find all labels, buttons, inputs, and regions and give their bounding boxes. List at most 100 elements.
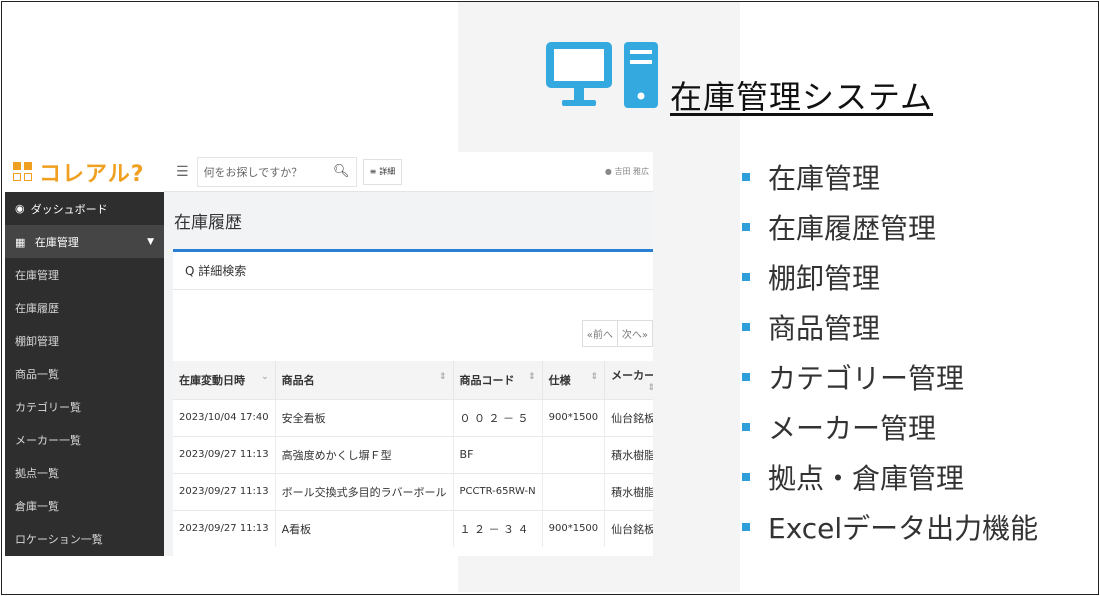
cell-spec	[542, 435, 606, 473]
bullet-icon	[742, 173, 750, 181]
bullet-icon	[742, 373, 750, 381]
logo-grid-icon	[13, 162, 33, 182]
sidebar-item-label: ロケーション一覧	[15, 532, 103, 546]
sidebar-item-label: 在庫履歴	[15, 301, 59, 315]
cell-maker: 積水樹脂	[604, 435, 653, 473]
feature-item: 商品管理	[742, 302, 1038, 352]
page-title: 在庫履歴	[174, 213, 242, 233]
cell-spec: 900*1500	[542, 398, 606, 436]
cell-code: BF	[453, 435, 543, 473]
cell-code: １ ２ － ３ ４	[453, 509, 543, 547]
sidebar: ◉ ダッシュボード ▦ 在庫管理 ▼ 在庫管理 在庫履歴 棚卸管理 商品一覧 カ…	[5, 192, 164, 556]
logo[interactable]: コレアル?	[5, 152, 164, 192]
column-header-date[interactable]: 在庫変動日時 ⌄	[173, 361, 276, 399]
sort-icon: ⌄	[261, 371, 269, 382]
table-row[interactable]: 2023/09/27 11:13 A看板 １ ２ － ３ ４ 900*1500 …	[173, 509, 653, 547]
sort-icon: ⇕	[647, 382, 653, 393]
menu-icon[interactable]: ☰	[176, 164, 189, 180]
advanced-search-label: Q 詳細検索	[185, 264, 247, 278]
feature-label: 在庫管理	[768, 162, 881, 195]
column-header-spec[interactable]: 仕様 ⇕	[542, 361, 606, 399]
history-card: Q 詳細検索 «前へ 次へ» 在庫変動日時 ⌄ 商品名 ⇕ 商品コード ⇕ 仕様 ⇕ …	[173, 249, 653, 556]
sidebar-item-warehouses[interactable]: 倉庫一覧	[5, 489, 164, 522]
cell-date: 2023/09/27 11:13	[173, 435, 276, 473]
cell-date: 2023/10/04 17:40	[173, 398, 276, 436]
feature-label: メーカー管理	[768, 412, 937, 445]
table-row[interactable]: 2023/09/27 11:13 ボール交換式多目的ラバーボール PCCTR-6…	[173, 472, 653, 510]
cell-code: PCCTR-65RW-N	[453, 472, 543, 510]
feature-item: カテゴリー管理	[742, 352, 1038, 402]
user-menu[interactable]: ● 吉田 雅広	[605, 166, 649, 177]
user-name: 吉田 雅広	[614, 167, 649, 176]
column-header-code[interactable]: 商品コード ⇕	[453, 361, 543, 399]
cell-product: A看板	[275, 509, 454, 547]
feature-item: Excelデータ出力機能	[742, 502, 1038, 552]
column-header-product[interactable]: 商品名 ⇕	[275, 361, 454, 399]
cell-maker: 積水樹脂	[604, 472, 653, 510]
feature-label: カテゴリー管理	[768, 362, 965, 395]
sidebar-item-label: 商品一覧	[15, 367, 59, 381]
pagination: «前へ 次へ»	[581, 320, 653, 347]
cell-maker: 仙台銘板	[604, 509, 653, 547]
sort-icon: ⇕	[528, 371, 536, 382]
cell-product: 安全看板	[275, 398, 454, 436]
cell-maker: 仙台銘板	[604, 398, 653, 436]
feature-label: 在庫履歴管理	[768, 212, 937, 245]
bullet-icon	[742, 223, 750, 231]
column-header-maker[interactable]: メーカー ⇕	[604, 361, 653, 399]
feature-item: メーカー管理	[742, 402, 1038, 452]
history-table: 在庫変動日時 ⌄ 商品名 ⇕ 商品コード ⇕ 仕様 ⇕ メーカー ⇕ 2023/10/0…	[173, 361, 653, 547]
sidebar-item-label: 倉庫一覧	[15, 499, 59, 513]
sidebar-item-label: 拠点一覧	[15, 466, 59, 480]
prev-page-button[interactable]: «前へ	[583, 321, 617, 346]
sidebar-item-label: 棚卸管理	[15, 334, 59, 348]
search-input[interactable]: 何をお探しですか？ 🔍︎	[196, 156, 357, 187]
sidebar-item-categories[interactable]: カテゴリー覧	[5, 390, 164, 423]
feature-list: 在庫管理 在庫履歴管理 棚卸管理 商品管理 カテゴリー管理 メーカー管理 拠点・…	[742, 152, 1038, 552]
sidebar-item-makers[interactable]: メーカー一覧	[5, 423, 164, 456]
feature-item: 在庫履歴管理	[742, 202, 1038, 252]
sidebar-item-inventory[interactable]: 在庫管理	[5, 258, 164, 291]
advanced-search-toggle[interactable]: Q 詳細検索	[173, 252, 653, 290]
table-row[interactable]: 2023/09/27 11:13 高強度めかくし塀Ｆ型 BF 積水樹脂	[173, 435, 653, 473]
sort-icon: ⇕	[590, 371, 599, 382]
sidebar-item-history[interactable]: 在庫履歴	[5, 291, 164, 324]
next-page-button[interactable]: 次へ»	[616, 321, 652, 346]
sidebar-item-locations[interactable]: ロケーション一覧	[5, 522, 164, 555]
cell-spec: 900*1500	[542, 509, 606, 547]
feature-label: 棚卸管理	[768, 262, 881, 295]
sort-icon: ⇕	[438, 371, 447, 382]
system-title: 在庫管理システム	[670, 78, 934, 116]
feature-item: 棚卸管理	[742, 252, 1038, 302]
grid-icon: ▦	[15, 235, 26, 249]
sidebar-item-dashboard[interactable]: ◉ ダッシュボード	[5, 192, 164, 225]
sidebar-group-inventory[interactable]: ▦ 在庫管理 ▼	[5, 225, 164, 258]
sidebar-item-label: 在庫管理	[15, 268, 59, 282]
cell-product: ボール交換式多目的ラバーボール	[275, 472, 454, 510]
table-header-row: 在庫変動日時 ⌄ 商品名 ⇕ 商品コード ⇕ 仕様 ⇕ メーカー ⇕	[173, 361, 653, 399]
bullet-icon	[742, 323, 750, 331]
cell-spec	[542, 472, 606, 510]
table-row[interactable]: 2023/10/04 17:40 安全看板 ０ ０ ２ － ５ 900*1500…	[173, 398, 653, 436]
sidebar-item-stocktake[interactable]: 棚卸管理	[5, 324, 164, 357]
cell-date: 2023/09/27 11:13	[173, 509, 276, 547]
bullet-icon	[742, 273, 750, 281]
dashboard-icon: ◉	[15, 202, 25, 215]
feature-label: 商品管理	[768, 312, 881, 345]
logo-text: コレアル?	[39, 162, 145, 187]
sidebar-item-products[interactable]: 商品一覧	[5, 357, 164, 390]
detail-button-label: 詳細	[379, 167, 396, 176]
sidebar-item-label: メーカー一覧	[15, 433, 81, 447]
bullet-icon	[742, 523, 750, 531]
top-bar: ☰ 何をお探しですか？ 🔍︎ ≡ 詳細 ● 吉田 雅広	[164, 152, 653, 192]
chevron-down-icon: ▼	[147, 236, 154, 247]
bullet-icon	[742, 473, 750, 481]
sidebar-item-bases[interactable]: 拠点一覧	[5, 456, 164, 489]
sidebar-group-label: 在庫管理	[34, 235, 79, 249]
search-icon[interactable]: 🔍︎	[333, 164, 350, 179]
feature-label: Excelデータ出力機能	[768, 512, 1039, 545]
detail-search-button[interactable]: ≡ 詳細	[362, 158, 403, 185]
cell-code: ０ ０ ２ － ５	[453, 398, 543, 436]
sidebar-item-label: カテゴリー覧	[15, 400, 81, 414]
search-placeholder: 何をお探しですか？	[203, 165, 303, 179]
